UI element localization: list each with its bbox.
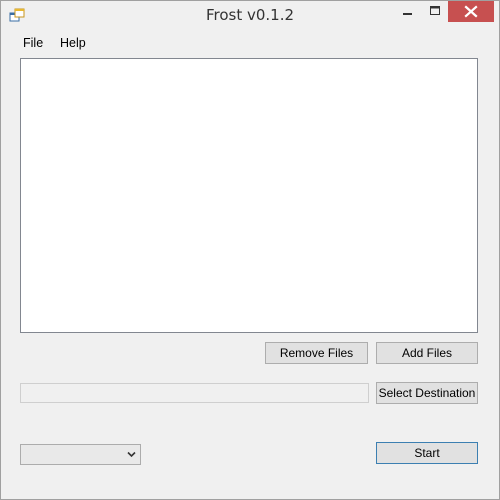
title-bar[interactable]: Frost v0.1.2 <box>0 0 500 31</box>
minimize-button[interactable] <box>394 1 422 22</box>
maximize-icon <box>430 6 440 15</box>
file-list[interactable] <box>20 58 478 333</box>
maximize-button[interactable] <box>422 1 448 22</box>
start-button[interactable]: Start <box>376 442 478 464</box>
minimize-icon <box>403 13 412 15</box>
add-files-button[interactable]: Add Files <box>376 342 478 364</box>
menu-bar: File Help <box>0 33 500 53</box>
chevron-down-icon <box>127 451 136 458</box>
close-button[interactable] <box>448 1 494 22</box>
remove-files-button[interactable]: Remove Files <box>265 342 368 364</box>
menu-help[interactable]: Help <box>60 36 86 50</box>
app-window: Frost v0.1.2 File Help Remove Files Add … <box>0 0 500 500</box>
destination-field[interactable] <box>20 383 369 403</box>
mode-dropdown[interactable] <box>20 444 141 465</box>
menu-file[interactable]: File <box>23 36 43 50</box>
close-icon <box>464 5 478 18</box>
select-destination-button[interactable]: Select Destination <box>376 382 478 404</box>
